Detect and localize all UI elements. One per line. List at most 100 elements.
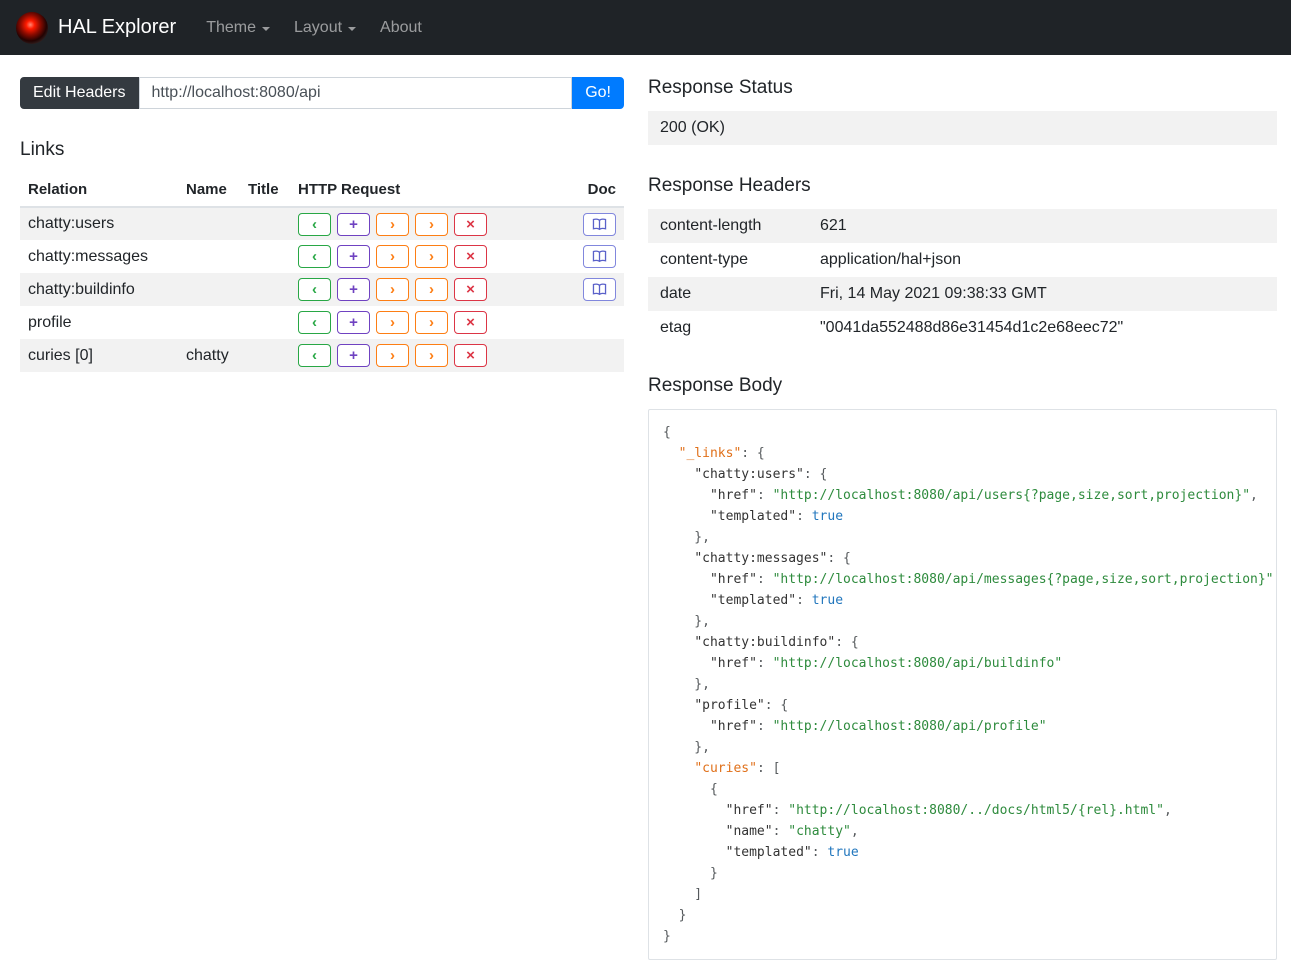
request-panel: Edit Headers Go! Links Relation Name Tit…: [20, 77, 624, 372]
get-request-button[interactable]: ‹: [298, 245, 331, 268]
nav-item-layout[interactable]: Layout: [282, 11, 368, 45]
chevron-down-icon: [262, 26, 270, 31]
links-table: Relation Name Title HTTP Request Doc cha…: [20, 173, 624, 372]
link-doc: [575, 273, 624, 306]
link-title: [240, 339, 290, 372]
link-row: curies [0] chatty ‹ + › › ×: [20, 339, 624, 372]
page-content: Edit Headers Go! Links Relation Name Tit…: [0, 55, 1291, 980]
delete-request-button[interactable]: ×: [454, 278, 487, 301]
doc-button[interactable]: [583, 278, 616, 301]
response-header-key: date: [648, 277, 808, 311]
get-request-button[interactable]: ‹: [298, 311, 331, 334]
delete-request-button[interactable]: ×: [454, 245, 487, 268]
post-request-button[interactable]: +: [337, 344, 370, 367]
delete-request-button[interactable]: ×: [454, 311, 487, 334]
response-panel: Response Status 200 (OK) Response Header…: [648, 77, 1277, 960]
link-doc: [575, 207, 624, 240]
link-name: [178, 273, 240, 306]
post-request-button[interactable]: +: [337, 278, 370, 301]
request-input-group: Edit Headers Go!: [20, 77, 624, 109]
edit-headers-button[interactable]: Edit Headers: [20, 77, 139, 109]
nav-item-theme[interactable]: Theme: [194, 11, 282, 45]
response-header-row: date Fri, 14 May 2021 09:38:33 GMT: [648, 277, 1277, 311]
response-header-value: Fri, 14 May 2021 09:38:33 GMT: [808, 277, 1277, 311]
doc-button[interactable]: [583, 212, 616, 236]
links-table-body: chatty:users ‹ + › › × chatty:messages ‹ + › › × cha…: [20, 207, 624, 372]
links-title: Links: [20, 139, 65, 160]
put-request-button[interactable]: ›: [376, 344, 409, 367]
link-row: chatty:users ‹ + › › ×: [20, 207, 624, 240]
get-request-button[interactable]: ‹: [298, 344, 331, 367]
link-row: profile ‹ + › › ×: [20, 306, 624, 339]
column-title: Title: [240, 173, 290, 208]
put-request-button[interactable]: ›: [376, 212, 409, 236]
patch-request-button[interactable]: ›: [415, 344, 448, 367]
links-table-header: Relation Name Title HTTP Request Doc: [20, 173, 624, 208]
link-name: [178, 240, 240, 273]
link-relation: chatty:messages: [28, 247, 149, 265]
patch-request-button[interactable]: ›: [415, 212, 448, 236]
link-relation: chatty:buildinfo: [20, 273, 178, 306]
delete-request-button[interactable]: ×: [454, 212, 487, 236]
post-request-button[interactable]: +: [337, 212, 370, 236]
response-body-box: { "_links": { "chatty:users": { "href": …: [648, 409, 1277, 960]
patch-request-button[interactable]: ›: [415, 278, 448, 301]
link-name: [178, 306, 240, 339]
link-name: chatty: [178, 339, 240, 372]
patch-request-button[interactable]: ›: [415, 245, 448, 268]
response-status-title: Response Status: [648, 77, 793, 98]
chevron-down-icon: [348, 26, 357, 31]
link-title: [240, 306, 290, 339]
link-request-buttons: ‹ + › › ×: [290, 240, 575, 273]
response-header-value: 621: [808, 209, 1277, 243]
put-request-button[interactable]: ›: [376, 245, 409, 268]
response-header-row: content-length 621: [648, 209, 1277, 243]
link-doc: [575, 240, 624, 273]
patch-request-button[interactable]: ›: [415, 311, 448, 334]
link-relation: chatty:users: [20, 207, 178, 240]
link-relation: profile: [28, 313, 72, 331]
brand-label: HAL Explorer: [58, 16, 177, 38]
link-request-buttons: ‹ + › › ×: [290, 273, 575, 306]
response-header-value: "0041da552488d86e31454d1c2e68eec72": [820, 319, 1124, 336]
url-input[interactable]: [138, 77, 573, 109]
put-request-button[interactable]: ›: [376, 278, 409, 301]
brand[interactable]: HAL Explorer: [16, 11, 177, 44]
response-body-title: Response Body: [648, 375, 783, 396]
nav-item-about[interactable]: About: [368, 11, 434, 45]
post-request-button[interactable]: +: [337, 245, 370, 268]
navbar: HAL Explorer Theme Layout About: [0, 0, 1291, 55]
response-header-row: etag "0041da552488d86e31454d1c2e68eec72": [648, 311, 1277, 345]
get-request-button[interactable]: ‹: [298, 212, 331, 236]
post-request-button[interactable]: +: [337, 311, 370, 334]
book-icon: [592, 217, 607, 230]
link-title: [240, 240, 290, 273]
link-relation: curies [0]: [20, 339, 178, 372]
response-header-row: content-type application/hal+json: [648, 243, 1277, 277]
link-name: [178, 207, 240, 240]
delete-request-button[interactable]: ×: [454, 344, 487, 367]
link-request-buttons: ‹ + › › ×: [290, 306, 575, 339]
column-relation: Relation: [20, 173, 178, 208]
go-button[interactable]: Go!: [572, 77, 624, 109]
link-title: [240, 207, 290, 240]
column-name: Name: [178, 173, 240, 208]
book-icon: [592, 250, 607, 263]
link-row: chatty:messages ‹ + › › ×: [20, 240, 624, 273]
response-body-code: { "_links": { "chatty:users": { "href": …: [663, 425, 1276, 944]
link-request-buttons: ‹ + › › ×: [290, 207, 575, 240]
response-status-value: 200 (OK): [648, 111, 1277, 145]
get-request-button[interactable]: ‹: [298, 278, 331, 301]
nav-item-about-label: About: [380, 18, 422, 36]
response-header-key: content-length: [648, 209, 808, 243]
response-headers-title: Response Headers: [648, 175, 811, 196]
link-doc: [575, 339, 624, 372]
hal-eye-icon: [16, 11, 48, 44]
response-header-value: application/hal+json: [820, 251, 961, 268]
doc-button[interactable]: [583, 245, 616, 268]
column-doc: Doc: [575, 173, 624, 208]
response-headers-body: content-length 621 content-type application…: [648, 209, 1277, 345]
put-request-button[interactable]: ›: [376, 311, 409, 334]
column-http-request: HTTP Request: [290, 173, 575, 208]
link-title: [240, 273, 290, 306]
